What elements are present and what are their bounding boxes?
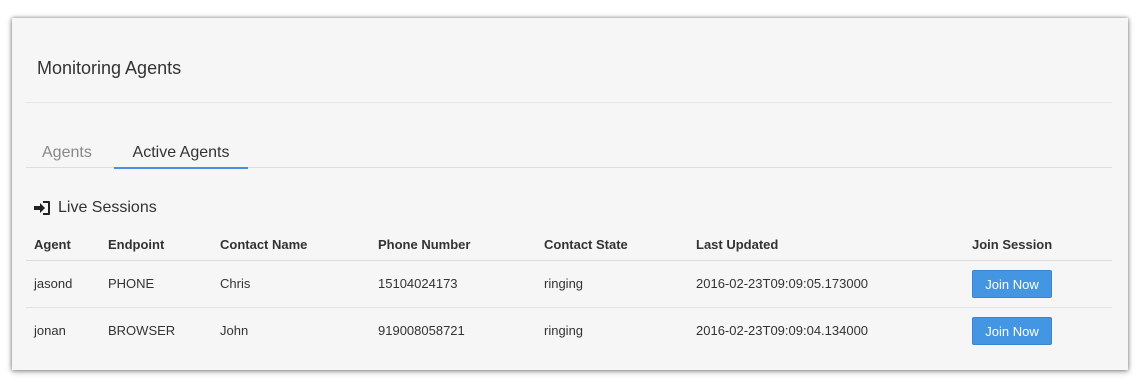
- table-header-row: Agent Endpoint Contact Name Phone Number…: [26, 230, 1112, 261]
- cell-endpoint: PHONE: [108, 260, 220, 308]
- join-now-button[interactable]: Join Now: [972, 316, 1052, 345]
- cell-last-updated: 2016-02-23T09:09:05.173000: [696, 260, 972, 308]
- monitoring-panel: Monitoring Agents Agents Active Agents L…: [12, 18, 1128, 370]
- cell-agent: jasond: [26, 260, 108, 308]
- tab-agents[interactable]: Agents: [26, 136, 108, 168]
- cell-contact-state: ringing: [544, 260, 696, 308]
- page-title: Monitoring Agents: [37, 58, 182, 78]
- cell-join-session: Join Now: [972, 307, 1112, 354]
- cell-contact-name: Chris: [220, 260, 378, 308]
- cell-phone-number: 919008058721: [378, 323, 465, 339]
- cell-phone-number: 15104024173: [378, 260, 544, 308]
- cell-contact-name: John: [220, 323, 249, 339]
- sign-in-icon: [34, 201, 50, 215]
- col-last-updated: Last Updated: [696, 230, 972, 261]
- cell-agent: jonan: [34, 323, 66, 339]
- col-agent: Agent: [26, 230, 108, 261]
- table-row: jonan BROWSER John 919008058721 ringing …: [26, 307, 1112, 354]
- section-title: Live Sessions: [58, 199, 157, 216]
- table-row: jasond PHONE Chris 15104024173 ringing 2…: [26, 260, 1112, 308]
- live-sessions-table: Agent Endpoint Contact Name Phone Number…: [26, 230, 1112, 354]
- join-now-button[interactable]: Join Now: [972, 269, 1052, 298]
- tab-bar: Agents Active Agents: [26, 136, 1112, 169]
- col-join-session: Join Session: [972, 230, 1112, 261]
- live-sessions-heading: Live Sessions: [34, 198, 157, 218]
- col-contact-name: Contact Name: [220, 230, 378, 261]
- cell-endpoint: BROWSER: [108, 323, 176, 339]
- cell-contact-state: ringing: [544, 323, 584, 339]
- header-divider: [26, 102, 1112, 103]
- tab-active-agents[interactable]: Active Agents: [114, 136, 248, 169]
- col-contact-state: Contact State: [544, 230, 696, 261]
- col-endpoint: Endpoint: [108, 230, 220, 261]
- cell-last-updated: 2016-02-23T09:09:04.134000: [696, 323, 869, 339]
- col-phone-number: Phone Number: [378, 230, 544, 261]
- cell-join-session: Join Now: [972, 260, 1112, 308]
